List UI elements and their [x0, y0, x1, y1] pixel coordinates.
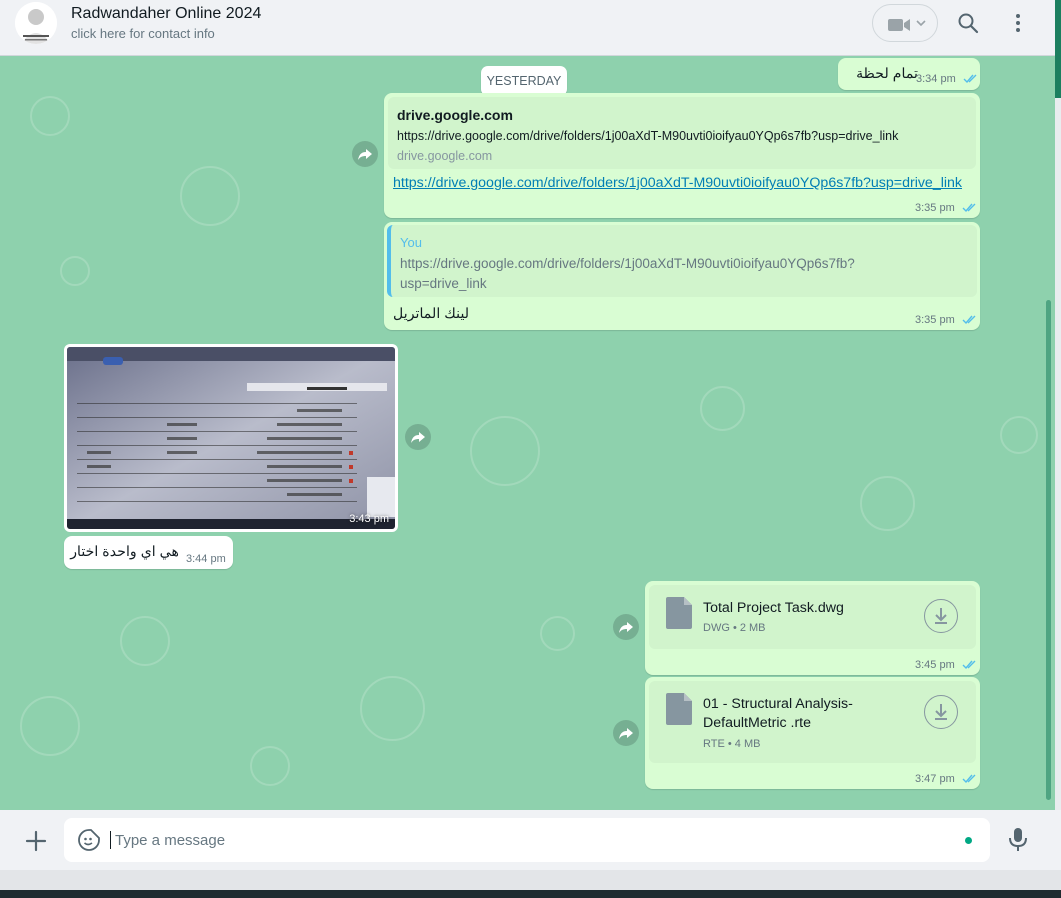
- message-meta: 3:34 pm: [916, 73, 979, 85]
- chat-header: Radwandaher Online 2024 click here for c…: [0, 0, 1055, 56]
- wallpaper-doodle: [180, 166, 240, 226]
- message-bubble-outgoing[interactable]: تمام لحظة 3:34 pm: [838, 58, 980, 90]
- wallpaper-doodle: [470, 416, 540, 486]
- forward-button[interactable]: [405, 424, 431, 450]
- message-meta: 3:45 pm: [915, 659, 978, 671]
- taskbar-edge: [0, 890, 1061, 898]
- read-ticks-icon: [963, 74, 977, 84]
- status-dot: [965, 837, 972, 844]
- link-preview-title: drive.google.com: [397, 107, 513, 123]
- download-button[interactable]: [924, 695, 958, 729]
- forward-button[interactable]: [613, 720, 639, 746]
- wallpaper-doodle: [30, 96, 70, 136]
- forward-icon: [619, 622, 633, 633]
- message-composer: Type a message: [0, 810, 1061, 870]
- message-bubble-outgoing[interactable]: Total Project Task.dwg DWG • 2 MB 3:45 p…: [645, 581, 980, 675]
- link-preview[interactable]: drive.google.com https://drive.google.co…: [388, 97, 976, 169]
- forward-button[interactable]: [352, 141, 378, 167]
- document-name: Total Project Task.dwg: [703, 600, 844, 616]
- message-input[interactable]: Type a message: [64, 818, 990, 862]
- wallpaper-doodle: [120, 616, 170, 666]
- document-name: 01 - Structural Analysis-: [703, 696, 853, 712]
- read-ticks-icon: [962, 660, 976, 670]
- forward-icon: [358, 149, 372, 160]
- download-icon: [935, 704, 947, 720]
- document-file-icon: [666, 597, 692, 629]
- chevron-down-icon: [916, 20, 926, 27]
- document-file-icon: [666, 693, 692, 725]
- wallpaper-doodle: [60, 256, 90, 286]
- document-name: DefaultMetric .rte: [703, 715, 812, 731]
- wallpaper-doodle: [250, 746, 290, 786]
- message-time: 3:35 pm: [915, 202, 955, 214]
- message-meta: 3:35 pm: [915, 202, 978, 214]
- menu-icon[interactable]: [1008, 11, 1028, 35]
- message-bubble-outgoing[interactable]: You https://drive.google.com/drive/folde…: [384, 222, 980, 330]
- video-call-button[interactable]: [872, 4, 938, 42]
- message-time: 3:47 pm: [915, 773, 955, 785]
- wallpaper-doodle: [20, 696, 80, 756]
- quoted-text-line: https://drive.google.com/drive/folders/1…: [400, 256, 855, 271]
- wallpaper-doodle: [860, 476, 915, 531]
- window-bottom-strip: [0, 870, 1061, 890]
- quoted-message[interactable]: You https://drive.google.com/drive/folde…: [387, 225, 977, 297]
- quoted-author: You: [400, 235, 422, 250]
- video-call-icon: [888, 19, 910, 31]
- download-button[interactable]: [924, 599, 958, 633]
- mic-icon[interactable]: [1008, 827, 1028, 853]
- read-ticks-icon: [962, 315, 976, 325]
- wallpaper-doodle: [360, 676, 425, 741]
- read-ticks-icon: [962, 774, 976, 784]
- document-card[interactable]: 01 - Structural Analysis- DefaultMetric …: [649, 681, 976, 763]
- document-info: RTE • 4 MB: [703, 738, 761, 750]
- plus-icon[interactable]: [24, 829, 48, 853]
- wallpaper-doodle: [700, 386, 745, 431]
- search-icon[interactable]: [956, 11, 980, 35]
- link-preview-url: https://drive.google.com/drive/folders/1…: [397, 129, 899, 143]
- scrollbar-thumb[interactable]: [1046, 300, 1051, 800]
- message-time: 3:44 pm: [186, 553, 226, 565]
- sticker-icon[interactable]: [78, 829, 100, 851]
- contact-avatar[interactable]: [15, 2, 57, 44]
- forward-icon: [411, 432, 425, 443]
- contact-name[interactable]: Radwandaher Online 2024: [71, 5, 261, 23]
- message-text: لينك الماتريل: [393, 306, 470, 322]
- message-placeholder: Type a message: [115, 832, 226, 849]
- forward-button[interactable]: [613, 614, 639, 640]
- quoted-text-line: usp=drive_link: [400, 276, 487, 291]
- text-caret: [110, 831, 111, 849]
- screenshot-photo: [67, 347, 395, 529]
- message-time: 3:45 pm: [915, 659, 955, 671]
- document-card[interactable]: Total Project Task.dwg DWG • 2 MB: [649, 585, 976, 649]
- message-bubble-outgoing[interactable]: drive.google.com https://drive.google.co…: [384, 93, 980, 218]
- contact-info-hint[interactable]: click here for contact info: [71, 26, 215, 41]
- forward-icon: [619, 728, 633, 739]
- scrollbar-track[interactable]: [1055, 0, 1061, 810]
- document-info: DWG • 2 MB: [703, 622, 766, 634]
- message-time: 3:34 pm: [916, 73, 956, 85]
- day-separator: YESTERDAY: [481, 66, 567, 96]
- message-link[interactable]: https://drive.google.com/drive/folders/1…: [393, 175, 962, 191]
- download-icon: [935, 608, 947, 624]
- message-text: هي اي واحدة اختار: [70, 544, 179, 560]
- message-bubble-incoming[interactable]: هي اي واحدة اختار 3:44 pm: [64, 536, 233, 569]
- wallpaper-doodle: [540, 616, 575, 651]
- message-time: 3:35 pm: [915, 314, 955, 326]
- message-text: تمام لحظة: [856, 66, 918, 82]
- message-meta: 3:47 pm: [915, 773, 978, 785]
- wallpaper-doodle: [1000, 416, 1038, 454]
- message-meta: 3:35 pm: [915, 314, 978, 326]
- image-message[interactable]: 3:43 pm: [64, 344, 398, 532]
- read-ticks-icon: [962, 203, 976, 213]
- message-list[interactable]: YESTERDAY تمام لحظة 3:34 pm drive.google…: [0, 56, 1055, 810]
- link-preview-domain: drive.google.com: [397, 149, 493, 163]
- message-bubble-outgoing[interactable]: 01 - Structural Analysis- DefaultMetric …: [645, 677, 980, 789]
- scrollbar-edge: [1055, 0, 1061, 98]
- message-time: 3:43 pm: [349, 513, 389, 525]
